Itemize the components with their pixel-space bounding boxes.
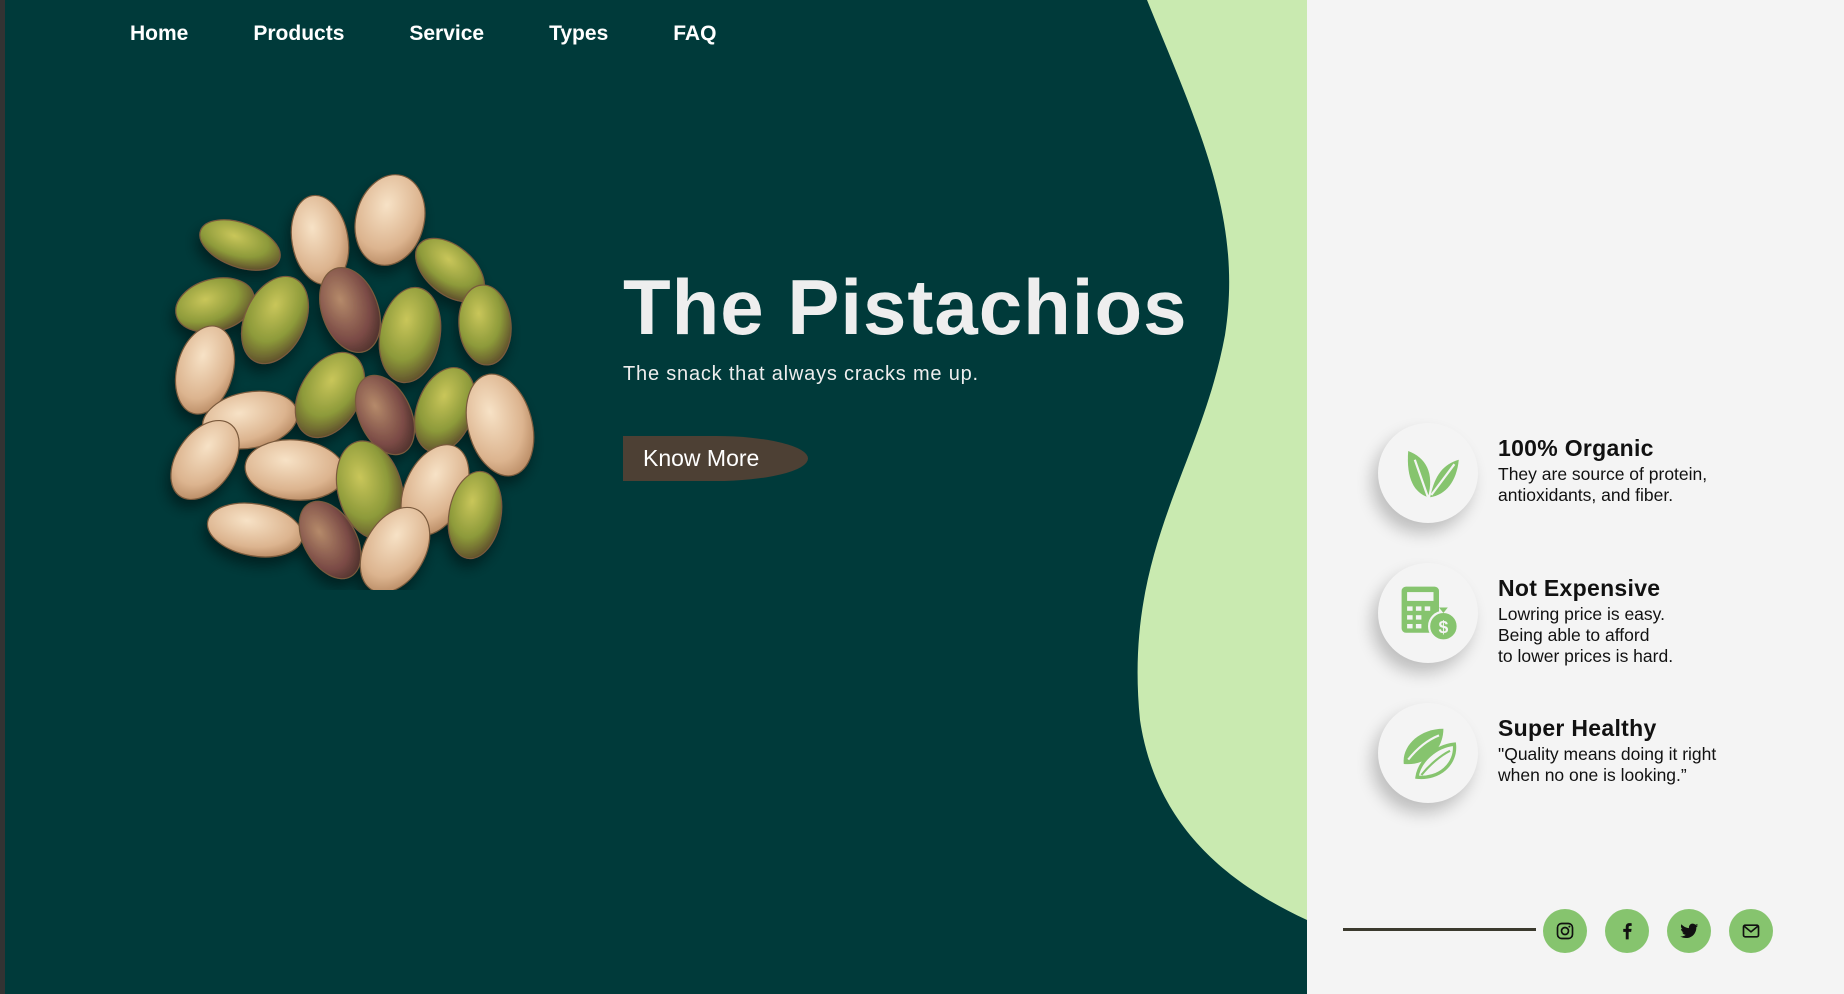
hero-title: The Pistachios (623, 263, 1188, 351)
nav-home[interactable]: Home (130, 22, 188, 46)
feature-description: Lowring price is easy. Being able to aff… (1498, 604, 1674, 666)
pistachio-pile-image (170, 174, 535, 590)
social-links (1543, 909, 1791, 953)
facebook-button[interactable] (1605, 909, 1649, 953)
mail-button[interactable] (1729, 909, 1773, 953)
top-nav: Home Products Service Types FAQ (130, 22, 716, 46)
nav-faq[interactable]: FAQ (673, 22, 716, 46)
instagram-icon (1556, 922, 1574, 940)
facebook-icon (1623, 923, 1632, 940)
feature-not-expensive: $ Not Expensive Lowring price is easy. B… (1378, 563, 1758, 667)
instagram-button[interactable] (1543, 909, 1587, 953)
feature-title: Not Expensive (1498, 575, 1661, 601)
calculator-money-icon: $ (1401, 586, 1459, 642)
footer-divider (1343, 928, 1536, 931)
nav-products[interactable]: Products (253, 22, 344, 46)
feature-description: They are source of protein, antioxidants… (1498, 464, 1708, 505)
feature-organic: 100% Organic They are source of protein,… (1378, 423, 1758, 523)
twitter-icon (1680, 923, 1699, 939)
feature-icon-circle (1378, 423, 1478, 523)
feature-title: Super Healthy (1498, 715, 1657, 741)
nav-types[interactable]: Types (549, 22, 608, 46)
hero-section: Home Products Service Types FAQ The Pist… (5, 0, 1307, 994)
mail-icon (1742, 924, 1760, 938)
hero-subtitle: The snack that always cracks me up. (623, 363, 979, 385)
feature-icon-circle (1378, 703, 1478, 803)
feature-icon-circle: $ (1378, 563, 1478, 663)
leaf-icon (1407, 451, 1459, 498)
twitter-button[interactable] (1667, 909, 1711, 953)
svg-text:$: $ (1439, 617, 1449, 637)
feature-super-healthy: Super Healthy "Quality means doing it ri… (1378, 703, 1758, 803)
nav-service[interactable]: Service (409, 22, 484, 46)
pistachio-icon (1403, 728, 1457, 779)
feature-title: 100% Organic (1498, 435, 1654, 461)
know-more-button[interactable]: Know More (623, 436, 808, 481)
feature-description: "Quality means doing it right when no on… (1498, 744, 1717, 785)
